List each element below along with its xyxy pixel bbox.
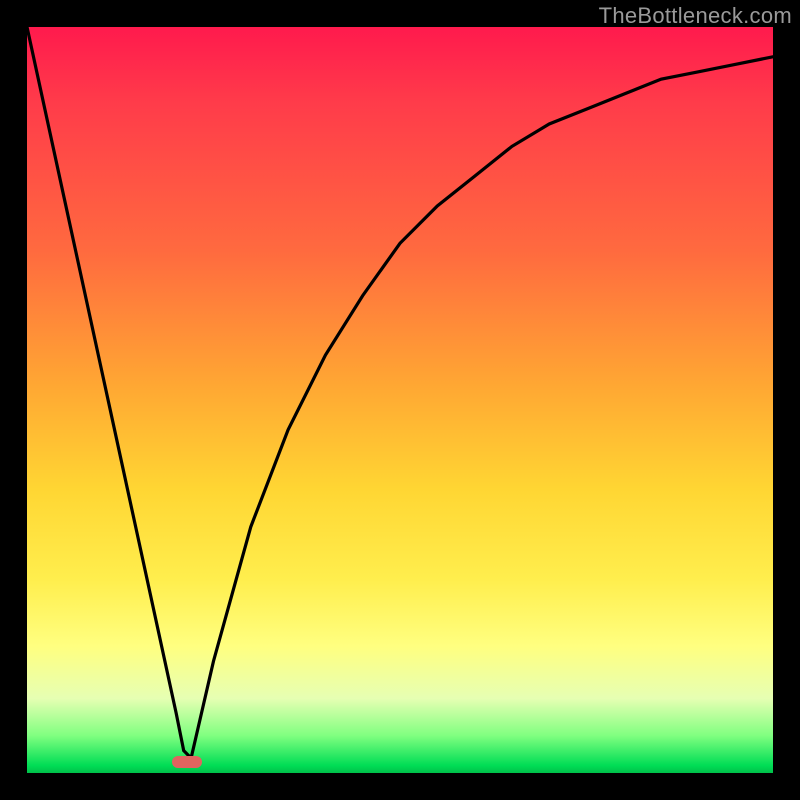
chart-frame: TheBottleneck.com bbox=[0, 0, 800, 800]
bottleneck-curve bbox=[27, 27, 773, 758]
optimal-marker-icon bbox=[172, 756, 202, 768]
watermark-label: TheBottleneck.com bbox=[599, 3, 792, 29]
curve-layer bbox=[27, 27, 773, 773]
plot-area bbox=[27, 27, 773, 773]
